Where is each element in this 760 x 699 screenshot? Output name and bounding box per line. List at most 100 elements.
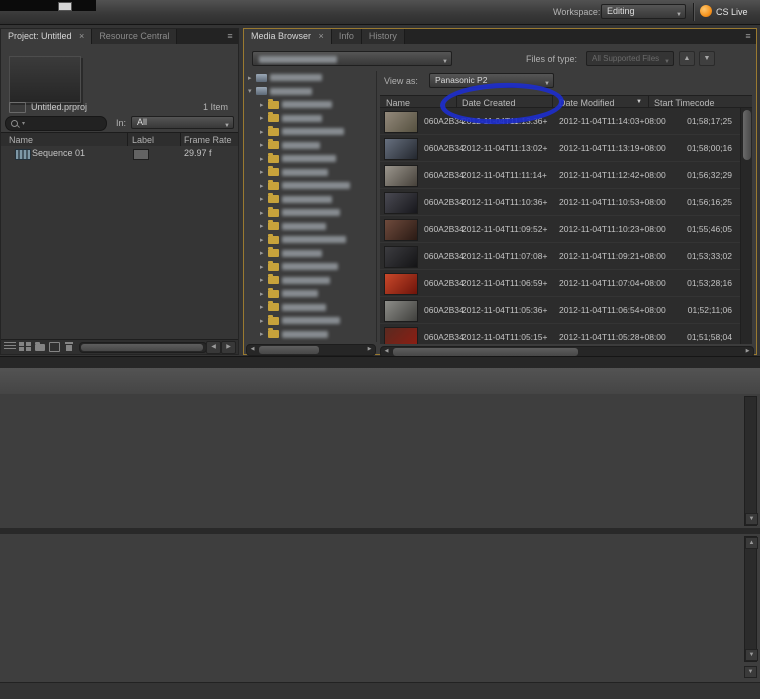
close-icon[interactable]: × (79, 31, 84, 41)
tree-folder-item[interactable]: ▸ (248, 206, 374, 220)
label-color-swatch[interactable] (133, 149, 149, 160)
column-divider[interactable] (180, 133, 181, 146)
expand-triangle-icon[interactable]: ▸ (260, 182, 268, 190)
media-file-row[interactable]: 060A2B34 2012-11-04T11:05:15+ 2012-11-04… (380, 324, 740, 344)
trash-icon[interactable] (63, 342, 75, 351)
media-list-vertical-scrollbar[interactable] (740, 108, 752, 344)
media-file-row[interactable]: 060A2B34 2012-11-04T11:13:02+ 2012-11-04… (380, 135, 740, 162)
search-options-chevron-icon[interactable]: ▾ (22, 120, 25, 127)
scrollbar-thumb[interactable] (743, 110, 751, 160)
close-icon[interactable]: × (319, 31, 324, 41)
expand-triangle-icon[interactable]: ▸ (260, 330, 268, 338)
tree-folder-item[interactable]: ▸ (248, 125, 374, 139)
tree-folder-item[interactable]: ▸ (248, 328, 374, 342)
expand-triangle-icon[interactable]: ▸ (248, 74, 256, 82)
media-file-row[interactable]: 060A2B34 2012-11-04T11:07:08+ 2012-11-04… (380, 243, 740, 270)
column-start-timecode[interactable]: Start Timecode (654, 98, 715, 108)
panel-menu-icon[interactable]: ≡ (740, 29, 756, 44)
tree-folder-item[interactable]: ▸ (248, 301, 374, 315)
scroll-right-icon[interactable]: ▶ (743, 348, 752, 355)
scroll-right-icon[interactable]: ▶ (221, 341, 236, 354)
sort-descending-icon[interactable]: ▼ (636, 99, 642, 105)
directory-down-icon[interactable]: ▼ (699, 51, 715, 66)
tree-folder-item[interactable]: ▸ (248, 247, 374, 261)
expand-triangle-icon[interactable]: ▸ (260, 317, 268, 325)
media-file-row[interactable]: 060A2B34 2012-11-04T11:09:52+ 2012-11-04… (380, 216, 740, 243)
directory-path-dropdown[interactable]: ▼ (252, 51, 452, 66)
tree-folder-item[interactable]: ▸ (248, 139, 374, 153)
scrollbar-thumb[interactable] (81, 344, 203, 351)
tree-folder-item[interactable]: ▸ (248, 112, 374, 126)
search-scope-dropdown[interactable]: All ▼ (131, 116, 234, 129)
column-divider[interactable] (552, 96, 553, 107)
expand-triangle-icon[interactable]: ▸ (260, 249, 268, 257)
tree-list-divider[interactable] (376, 71, 377, 342)
scroll-left-icon[interactable]: ◀ (206, 341, 221, 354)
tree-folder-item[interactable]: ▸ (248, 314, 374, 328)
new-bin-icon[interactable] (35, 344, 45, 351)
files-of-type-dropdown[interactable]: All Supported Files ▼ (586, 51, 674, 66)
media-file-row[interactable]: 060A2B34 2012-11-04T11:06:59+ 2012-11-04… (380, 270, 740, 297)
scroll-left-icon[interactable]: ◀ (382, 348, 391, 355)
expand-triangle-icon[interactable]: ▸ (260, 222, 268, 230)
scroll-down-icon[interactable]: ▼ (745, 513, 758, 525)
cs-live-button[interactable]: CS Live (716, 7, 748, 17)
scroll-left-icon[interactable]: ◀ (248, 346, 257, 353)
media-file-row[interactable]: 060A2B34 2012-11-04T11:10:36+ 2012-11-04… (380, 189, 740, 216)
expand-triangle-icon[interactable]: ▸ (260, 114, 268, 122)
expand-triangle-icon[interactable]: ▸ (260, 276, 268, 284)
tree-folder-item[interactable]: ▸ (248, 287, 374, 301)
project-row-sequence[interactable]: Sequence 01 29.97 f (1, 146, 238, 160)
media-file-row[interactable]: 060A2B34 2012-11-04T11:11:14+ 2012-11-04… (380, 162, 740, 189)
expand-triangle-icon[interactable]: ▸ (260, 236, 268, 244)
tree-folder-item[interactable]: ▾ (248, 85, 374, 99)
scroll-down-icon[interactable]: ▼ (744, 666, 757, 678)
column-divider[interactable] (127, 133, 128, 146)
lower-panel-a-scrollbar[interactable]: ▼ (744, 396, 757, 526)
expand-triangle-icon[interactable]: ▸ (260, 263, 268, 271)
icon-view-icon[interactable] (19, 342, 31, 351)
tree-folder-item[interactable]: ▸ (248, 274, 374, 288)
expand-triangle-icon[interactable]: ▸ (260, 141, 268, 149)
scroll-right-icon[interactable]: ▶ (365, 346, 374, 353)
tree-horizontal-scrollbar[interactable]: ◀ ▶ (246, 344, 376, 356)
tree-folder-item[interactable]: ▸ (248, 166, 374, 180)
list-view-icon[interactable] (4, 342, 16, 351)
expand-triangle-icon[interactable]: ▾ (248, 87, 256, 95)
expand-triangle-icon[interactable]: ▸ (260, 195, 268, 203)
column-name[interactable]: Name (9, 135, 33, 145)
column-date-created[interactable]: Date Created (462, 98, 516, 108)
workspace-dropdown[interactable]: Editing ▼ (601, 4, 686, 19)
expand-triangle-icon[interactable]: ▸ (260, 290, 268, 298)
panel-menu-icon[interactable]: ≡ (222, 29, 238, 44)
tree-folder-item[interactable]: ▸ (248, 98, 374, 112)
tree-folder-item[interactable]: ▸ (248, 193, 374, 207)
expand-triangle-icon[interactable]: ▸ (260, 155, 268, 163)
scroll-up-icon[interactable]: ▲ (745, 537, 758, 549)
window-fragment-button[interactable] (58, 2, 72, 11)
column-name[interactable]: Name (386, 98, 410, 108)
media-file-row[interactable]: 060A2B34 2012-11-04T11:13:36+ 2012-11-04… (380, 108, 740, 135)
project-horizontal-scrollbar[interactable] (79, 342, 207, 353)
tab-media-browser[interactable]: Media Browser × (244, 29, 332, 44)
column-frame-rate[interactable]: Frame Rate (184, 135, 232, 145)
new-item-icon[interactable] (49, 342, 60, 352)
expand-triangle-icon[interactable]: ▸ (260, 168, 268, 176)
column-label[interactable]: Label (132, 135, 154, 145)
tab-history[interactable]: History (362, 29, 405, 44)
scrollbar-thumb[interactable] (393, 348, 578, 356)
tree-folder-item[interactable]: ▸ (248, 152, 374, 166)
lower-panel-b-scrollbar[interactable]: ▲ ▼ (744, 536, 757, 662)
tree-folder-item[interactable]: ▸ (248, 220, 374, 234)
scrollbar-thumb[interactable] (259, 346, 319, 354)
tree-folder-item[interactable]: ▸ (248, 233, 374, 247)
expand-triangle-icon[interactable]: ▸ (260, 209, 268, 217)
expand-triangle-icon[interactable]: ▸ (260, 101, 268, 109)
scroll-down-icon[interactable]: ▼ (745, 649, 758, 661)
view-as-dropdown[interactable]: Panasonic P2 ▼ (429, 73, 554, 88)
tree-folder-item[interactable]: ▸ (248, 260, 374, 274)
expand-triangle-icon[interactable]: ▸ (260, 303, 268, 311)
tree-folder-item[interactable]: ▸ (248, 71, 374, 85)
column-divider[interactable] (648, 96, 649, 107)
media-file-row[interactable]: 060A2B34 2012-11-04T11:05:36+ 2012-11-04… (380, 297, 740, 324)
